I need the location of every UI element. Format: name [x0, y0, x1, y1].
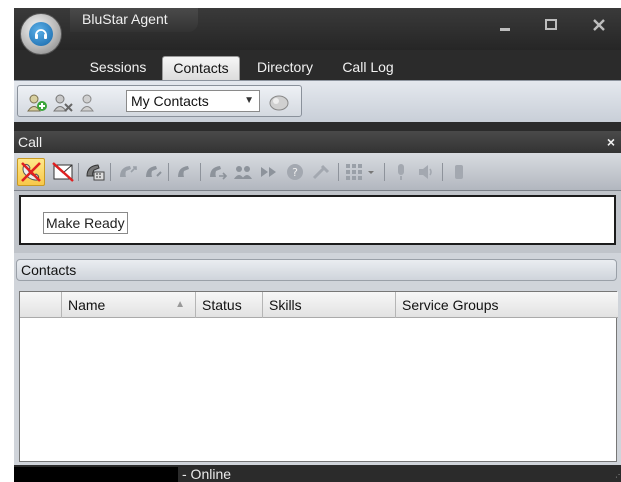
app-title-tab: BluStar Agent: [70, 8, 198, 32]
help-icon[interactable]: ?: [284, 162, 304, 182]
title-bar: BluStar Agent: [14, 8, 621, 55]
contacts-list-value: My Contacts: [131, 93, 209, 109]
column-header-indicator[interactable]: [20, 292, 62, 318]
chevron-down-icon: ▼: [244, 95, 254, 106]
no-mail-icon[interactable]: [52, 162, 74, 182]
recording-icon[interactable]: [448, 162, 468, 182]
svg-text:?: ?: [292, 166, 298, 179]
remove-contact-icon[interactable]: [52, 93, 74, 113]
call-panel-header: Call ×: [14, 131, 621, 153]
transfer-icon[interactable]: [206, 162, 228, 182]
contacts-list-icon[interactable]: [268, 93, 290, 113]
resize-grip-icon[interactable]: ⋰: [615, 471, 621, 479]
not-ready-button[interactable]: [17, 158, 45, 186]
call-panel-title: Call: [18, 134, 43, 150]
settings-icon[interactable]: [310, 162, 330, 182]
forward-icon[interactable]: [258, 162, 278, 182]
tab-sessions[interactable]: Sessions: [78, 56, 158, 80]
tab-directory[interactable]: Directory: [247, 56, 323, 80]
make-ready-button[interactable]: Make Ready: [43, 212, 128, 234]
contacts-toolbar: My Contacts ▼: [14, 80, 621, 122]
hang-up-icon[interactable]: [174, 162, 194, 182]
contacts-list-select[interactable]: My Contacts ▼: [126, 90, 260, 112]
contacts-table-header: Name ▲ Status Skills Service Groups: [20, 292, 618, 318]
not-ready-icon: [21, 162, 41, 182]
blustar-logo-icon[interactable]: [20, 13, 62, 55]
hold-icon[interactable]: [142, 162, 162, 182]
column-header-name-label: Name: [68, 297, 106, 313]
close-icon: [593, 19, 605, 31]
call-toolbar: ?: [14, 153, 621, 191]
minimize-button[interactable]: [494, 16, 516, 34]
column-header-skills[interactable]: Skills: [263, 292, 396, 318]
maximize-button[interactable]: [540, 16, 562, 34]
contact-properties-icon[interactable]: [78, 93, 100, 113]
microphone-icon[interactable]: [390, 162, 410, 182]
app-window: BluStar Agent Sessions Contacts Director…: [14, 8, 621, 482]
column-header-name[interactable]: Name ▲: [62, 292, 196, 318]
keypad-icon[interactable]: [344, 162, 378, 182]
speaker-icon[interactable]: [416, 162, 436, 182]
column-header-status[interactable]: Status: [196, 292, 263, 318]
tab-call-log[interactable]: Call Log: [332, 56, 404, 80]
call-area: Make Ready: [19, 195, 616, 245]
status-text: - Online: [182, 466, 232, 482]
close-button[interactable]: [588, 16, 610, 34]
column-header-service-groups[interactable]: Service Groups: [396, 292, 618, 318]
app-title: BluStar Agent: [82, 11, 168, 27]
add-contact-icon[interactable]: [26, 93, 48, 113]
call-panel-body: Make Ready: [14, 191, 621, 253]
contacts-table: Name ▲ Status Skills Service Groups: [19, 291, 618, 462]
answer-icon[interactable]: [116, 162, 137, 182]
dial-pad-icon[interactable]: [84, 162, 105, 182]
call-panel-close-button[interactable]: ×: [607, 131, 615, 153]
maximize-icon: [545, 19, 557, 30]
main-tabs: Sessions Contacts Directory Call Log: [14, 50, 621, 80]
status-redacted-area: [14, 467, 178, 482]
contacts-toolbar-group: My Contacts ▼: [17, 85, 302, 117]
status-bar: - Online ⋰: [14, 465, 621, 482]
contacts-panel-header: Contacts: [16, 259, 617, 281]
minimize-icon: [500, 28, 510, 31]
conference-icon[interactable]: [232, 162, 252, 182]
contacts-panel: Contacts Name ▲ Status Skills Service Gr…: [14, 253, 621, 465]
tab-contacts[interactable]: Contacts: [162, 56, 240, 80]
sort-icon: ▲: [175, 299, 185, 310]
